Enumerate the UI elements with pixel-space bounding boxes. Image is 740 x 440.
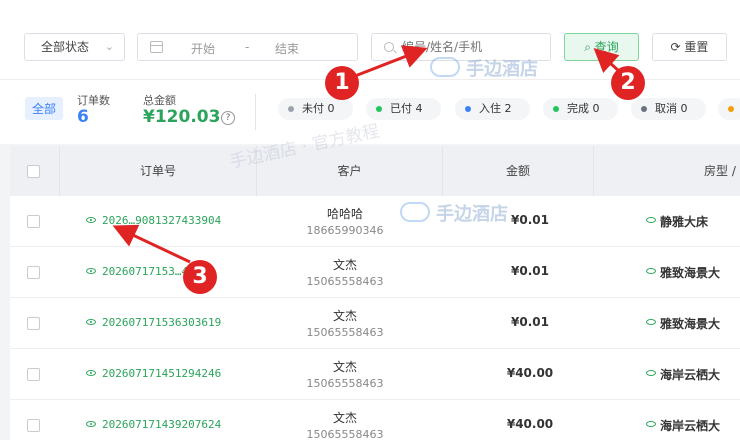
- callout-3: 3: [183, 260, 217, 294]
- callout-2: 2: [611, 66, 645, 100]
- arrow-3: [112, 224, 191, 264]
- callout-1: 1: [325, 66, 359, 100]
- arrow-1: [354, 45, 428, 78]
